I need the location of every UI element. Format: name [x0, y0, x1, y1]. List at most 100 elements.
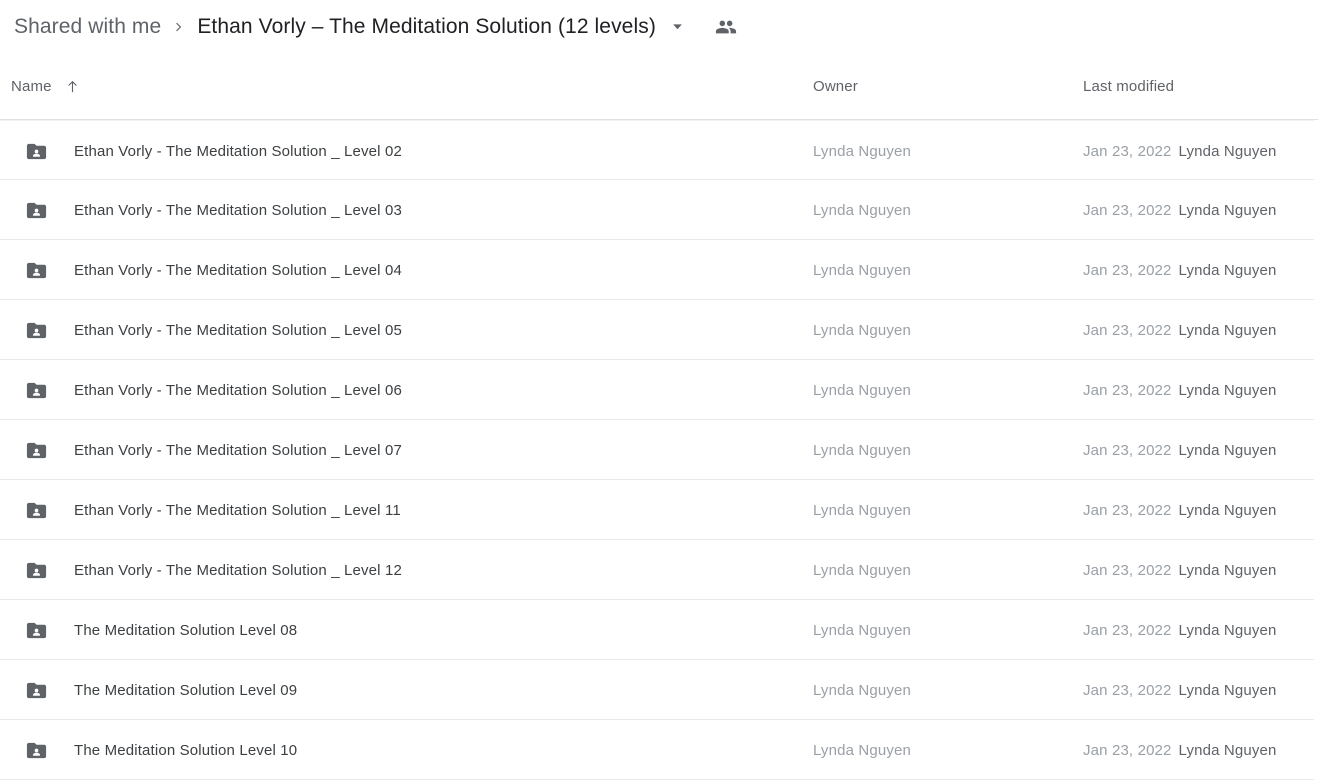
row-last-modified-cell: Jan 23, 2022 Lynda Nguyen: [1083, 540, 1277, 600]
row-name-cell: Ethan Vorly - The Meditation Solution _ …: [24, 180, 402, 240]
row-name-cell: Ethan Vorly - The Meditation Solution _ …: [24, 360, 402, 420]
row-modified-date: Jan 23, 2022: [1083, 381, 1172, 399]
row-owner-cell: Lynda Nguyen: [813, 660, 911, 720]
shared-folder-icon: [24, 198, 48, 222]
row-name-label: The Meditation Solution Level 10: [74, 741, 298, 759]
breadcrumb-current-folder[interactable]: Ethan Vorly – The Meditation Solution (1…: [197, 15, 656, 39]
table-row[interactable]: Ethan Vorly - The Meditation Solution _ …: [0, 240, 1314, 300]
row-name-label: Ethan Vorly - The Meditation Solution _ …: [74, 441, 402, 459]
table-row[interactable]: Ethan Vorly - The Meditation Solution _ …: [0, 180, 1314, 240]
row-last-modified-cell: Jan 23, 2022 Lynda Nguyen: [1083, 121, 1277, 181]
row-modified-date: Jan 23, 2022: [1083, 741, 1172, 759]
shared-folder-icon: [24, 318, 48, 342]
row-last-modified-cell: Jan 23, 2022 Lynda Nguyen: [1083, 660, 1277, 720]
row-owner-cell: Lynda Nguyen: [813, 121, 911, 181]
row-owner-label: Lynda Nguyen: [813, 741, 911, 759]
table-row[interactable]: The Meditation Solution Level 10 Lynda N…: [0, 720, 1314, 780]
row-last-modified-cell: Jan 23, 2022 Lynda Nguyen: [1083, 480, 1277, 540]
column-header-last-modified-label: Last modified: [1083, 77, 1175, 95]
row-modified-date: Jan 23, 2022: [1083, 201, 1172, 219]
row-modified-date: Jan 23, 2022: [1083, 621, 1172, 639]
row-modified-by: Lynda Nguyen: [1178, 142, 1277, 160]
row-modified-date: Jan 23, 2022: [1083, 501, 1172, 519]
table-column-headers: Name Owner Last modified: [0, 53, 1318, 120]
row-modified-date: Jan 23, 2022: [1083, 142, 1172, 160]
row-name-label: Ethan Vorly - The Meditation Solution _ …: [74, 501, 401, 519]
row-owner-label: Lynda Nguyen: [813, 261, 911, 279]
table-row[interactable]: The Meditation Solution Level 09 Lynda N…: [0, 660, 1314, 720]
shared-folder-icon: [24, 139, 48, 163]
row-owner-label: Lynda Nguyen: [813, 321, 911, 339]
row-modified-by: Lynda Nguyen: [1178, 741, 1277, 759]
row-owner-label: Lynda Nguyen: [813, 621, 911, 639]
row-name-cell: Ethan Vorly - The Meditation Solution _ …: [24, 240, 402, 300]
row-modified-by: Lynda Nguyen: [1178, 261, 1277, 279]
row-name-label: Ethan Vorly - The Meditation Solution _ …: [74, 201, 402, 219]
row-name-cell: The Meditation Solution Level 08: [24, 600, 297, 660]
chevron-right-icon: [164, 12, 194, 42]
row-owner-label: Lynda Nguyen: [813, 561, 911, 579]
row-modified-by: Lynda Nguyen: [1178, 561, 1277, 579]
row-last-modified-cell: Jan 23, 2022 Lynda Nguyen: [1083, 720, 1277, 780]
table-row[interactable]: Ethan Vorly - The Meditation Solution _ …: [0, 540, 1314, 600]
row-owner-label: Lynda Nguyen: [813, 142, 911, 160]
row-last-modified-cell: Jan 23, 2022 Lynda Nguyen: [1083, 360, 1277, 420]
breadcrumb-parent-link[interactable]: Shared with me: [14, 15, 161, 39]
table-row[interactable]: Ethan Vorly - The Meditation Solution _ …: [0, 300, 1314, 360]
row-owner-cell: Lynda Nguyen: [813, 600, 911, 660]
row-modified-date: Jan 23, 2022: [1083, 321, 1172, 339]
row-owner-cell: Lynda Nguyen: [813, 180, 911, 240]
row-owner-label: Lynda Nguyen: [813, 501, 911, 519]
row-owner-label: Lynda Nguyen: [813, 381, 911, 399]
chevron-down-icon[interactable]: [665, 14, 691, 40]
row-name-label: Ethan Vorly - The Meditation Solution _ …: [74, 142, 402, 160]
shared-folder-icon: [24, 438, 48, 462]
row-modified-by: Lynda Nguyen: [1178, 621, 1277, 639]
arrow-up-icon[interactable]: [61, 74, 85, 98]
row-modified-by: Lynda Nguyen: [1178, 321, 1277, 339]
row-modified-by: Lynda Nguyen: [1178, 201, 1277, 219]
row-name-label: Ethan Vorly - The Meditation Solution _ …: [74, 381, 402, 399]
row-name-label: Ethan Vorly - The Meditation Solution _ …: [74, 321, 402, 339]
table-row[interactable]: Ethan Vorly - The Meditation Solution _ …: [0, 120, 1314, 180]
row-modified-date: Jan 23, 2022: [1083, 561, 1172, 579]
shared-folder-icon: [24, 618, 48, 642]
column-header-owner-label: Owner: [813, 77, 858, 95]
table-row[interactable]: The Meditation Solution Level 08 Lynda N…: [0, 600, 1314, 660]
row-owner-label: Lynda Nguyen: [813, 681, 911, 699]
row-owner-cell: Lynda Nguyen: [813, 240, 911, 300]
row-modified-by: Lynda Nguyen: [1178, 681, 1277, 699]
row-last-modified-cell: Jan 23, 2022 Lynda Nguyen: [1083, 600, 1277, 660]
row-name-cell: Ethan Vorly - The Meditation Solution _ …: [24, 540, 402, 600]
people-icon[interactable]: [711, 12, 741, 42]
row-owner-cell: Lynda Nguyen: [813, 720, 911, 780]
column-header-name-label: Name: [11, 77, 52, 95]
row-name-cell: Ethan Vorly - The Meditation Solution _ …: [24, 420, 402, 480]
row-modified-date: Jan 23, 2022: [1083, 681, 1172, 699]
row-owner-cell: Lynda Nguyen: [813, 360, 911, 420]
column-header-last-modified[interactable]: Last modified: [1083, 78, 1174, 95]
row-name-cell: The Meditation Solution Level 10: [24, 720, 297, 780]
row-name-label: Ethan Vorly - The Meditation Solution _ …: [74, 261, 402, 279]
table-row[interactable]: Ethan Vorly - The Meditation Solution _ …: [0, 420, 1314, 480]
file-list: Ethan Vorly - The Meditation Solution _ …: [0, 120, 1318, 780]
row-owner-label: Lynda Nguyen: [813, 201, 911, 219]
row-modified-date: Jan 23, 2022: [1083, 441, 1172, 459]
row-name-cell: Ethan Vorly - The Meditation Solution _ …: [24, 480, 401, 540]
row-last-modified-cell: Jan 23, 2022 Lynda Nguyen: [1083, 240, 1277, 300]
row-name-cell: The Meditation Solution Level 09: [24, 660, 297, 720]
row-owner-cell: Lynda Nguyen: [813, 420, 911, 480]
shared-folder-icon: [24, 678, 48, 702]
row-name-label: The Meditation Solution Level 09: [74, 681, 298, 699]
column-header-owner[interactable]: Owner: [813, 78, 858, 95]
table-row[interactable]: Ethan Vorly - The Meditation Solution _ …: [0, 360, 1314, 420]
shared-folder-icon: [24, 258, 48, 282]
column-header-name[interactable]: Name: [11, 74, 85, 98]
row-name-label: Ethan Vorly - The Meditation Solution _ …: [74, 561, 402, 579]
row-modified-by: Lynda Nguyen: [1178, 441, 1277, 459]
row-modified-by: Lynda Nguyen: [1178, 381, 1277, 399]
row-name-cell: Ethan Vorly - The Meditation Solution _ …: [24, 121, 402, 181]
row-name-cell: Ethan Vorly - The Meditation Solution _ …: [24, 300, 402, 360]
table-row[interactable]: Ethan Vorly - The Meditation Solution _ …: [0, 480, 1314, 540]
row-owner-cell: Lynda Nguyen: [813, 540, 911, 600]
